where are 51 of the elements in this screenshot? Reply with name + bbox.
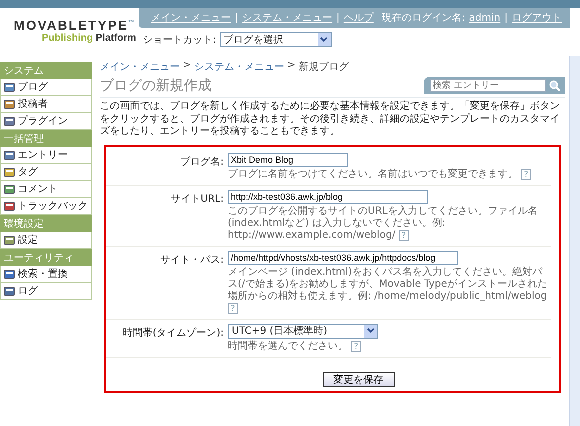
menu-icon (4, 268, 15, 280)
login-label: 現在のログイン名: (382, 12, 466, 25)
timezone-dropdown[interactable]: UTC+9 (日本標準時) (228, 324, 378, 338)
field-hint: このブログを公開するサイトのURLを入力してください。ファイル名 (index.htmlなど) は入力しないでください。例: http://www.example.com/weblog/ ? (228, 206, 539, 242)
field-label: サイト・パス: (160, 254, 225, 268)
save-button[interactable]: 変更を保存 (322, 372, 394, 386)
menu-icon (4, 116, 15, 126)
breadcrumb-separator: > (183, 60, 192, 73)
sidebar-section-header: ユーティリティ (0, 249, 92, 266)
search-icon[interactable] (549, 80, 561, 92)
field-label: サイトURL: (170, 192, 225, 206)
menu-icon (4, 82, 15, 92)
sidebar-item[interactable]: 投稿者 (0, 96, 92, 113)
scrollbar[interactable] (569, 56, 580, 426)
breadcrumb-current: 新規ブログ (298, 60, 349, 74)
menu-icon (4, 150, 15, 160)
breadcrumb-link[interactable]: メイン・メニュー (100, 60, 180, 74)
separator: | (235, 12, 239, 24)
sidebar-section-header: 一括管理 (0, 130, 92, 147)
sidebar-item[interactable]: コメント (0, 181, 92, 198)
description-text: この画面では、ブログを新しく作成するために必要な基本情報を設定できます。「変更を保存」ボタンをクリックすると、ブログが作成されます。その後引き続き、詳細の設定やテンプレートのカスタマイズをしたり、エントリーを投稿することもできます。 (100, 101, 561, 138)
menu-icon (4, 234, 15, 246)
search-field[interactable]: 検索 エントリー (430, 79, 546, 92)
menu-icon (4, 184, 15, 194)
field-label: 時間帯(タイムゾーン): (122, 326, 225, 340)
menu-icon (4, 286, 15, 296)
text-field[interactable]: Xbit Demo Blog (228, 152, 348, 166)
sidebar-item[interactable]: ログ (0, 283, 92, 300)
field-hint: メインページ (index.html)をおくパス名を入力してください。絶対パス(/で始まる)をお勧めしますが、Movable Typeがインストールされた場所からの相対も使えます。例: /home/melody/public_html/weblog ? (228, 266, 548, 314)
sidebar-item[interactable]: エントリー (0, 147, 92, 164)
sidebar-item[interactable]: タグ (0, 164, 92, 181)
menu-icon (4, 166, 15, 178)
page-title: ブログの新規作成 (100, 77, 213, 96)
sidebar-section-header: 環境設定 (0, 215, 92, 232)
field-hint: ブログに名前をつけてください。名前はいつでも変更できます。 ? (228, 168, 551, 180)
breadcrumb-link[interactable]: システム・メニュー (194, 60, 284, 74)
field-hint: 時間帯を選んでください。 ? (228, 340, 551, 352)
breadcrumb-separator: > (287, 60, 296, 73)
field-label: ブログ名: (180, 156, 225, 170)
logo: MOVABLETYPE$^{™}$ Publishing Platform (13, 17, 138, 46)
menu-icon (4, 200, 15, 212)
sidebar-section-header: システム (0, 62, 92, 79)
shortcut-dropdown[interactable]: ブログを選択 (220, 32, 332, 47)
menu-icon (4, 98, 15, 110)
sidebar-item[interactable]: 検索・置換 (0, 266, 92, 283)
separator: | (336, 12, 340, 24)
text-field[interactable]: http://xb-test036.awk.jp/blog (228, 190, 428, 204)
text-field[interactable]: /home/httpd/vhosts/xb-test036.awk.jp/httpdocs/blog (228, 250, 458, 264)
sidebar-item[interactable]: ブログ (0, 79, 92, 96)
separator: | (504, 12, 508, 24)
shortcut-label: ショートカット: (143, 34, 217, 46)
